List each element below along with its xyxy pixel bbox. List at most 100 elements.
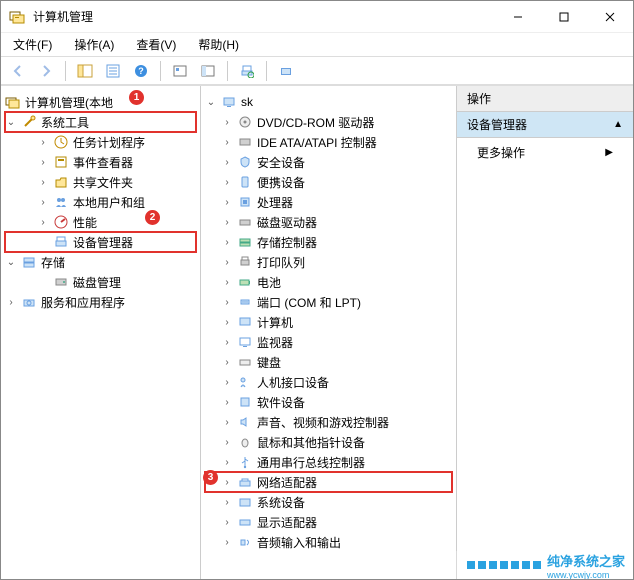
- chevron-right-icon[interactable]: ›: [221, 236, 233, 248]
- chevron-right-icon[interactable]: ›: [221, 196, 233, 208]
- chevron-right-icon[interactable]: ›: [221, 156, 233, 168]
- watermark-text: 纯净系统之家: [547, 551, 625, 570]
- console-tree-pane: 计算机管理(本地 1 ⌄ 系统工具 › 任务计划程序 › 事件查看器 ›: [1, 86, 201, 579]
- device-dvd[interactable]: ›DVD/CD-ROM 驱动器: [205, 112, 452, 132]
- device-storage-ctrl[interactable]: ›存储控制器: [205, 232, 452, 252]
- tree-label: 设备管理器: [73, 234, 133, 251]
- tree-label: 共享文件夹: [73, 174, 133, 191]
- chevron-right-icon[interactable]: ›: [37, 156, 49, 168]
- tree-system-tools[interactable]: ⌄ 系统工具: [5, 112, 196, 132]
- chevron-right-icon[interactable]: ›: [221, 416, 233, 428]
- device-network-adapters[interactable]: ›网络适配器: [205, 472, 452, 492]
- chevron-right-icon[interactable]: ›: [221, 316, 233, 328]
- maximize-button[interactable]: [541, 1, 587, 33]
- view-large-button[interactable]: [167, 59, 193, 83]
- view-details-button[interactable]: [195, 59, 221, 83]
- chevron-right-icon[interactable]: ›: [221, 356, 233, 368]
- chevron-right-icon[interactable]: ›: [221, 476, 233, 488]
- tree-label: 通用串行总线控制器: [257, 454, 365, 471]
- device-monitor[interactable]: ›监视器: [205, 332, 452, 352]
- chevron-right-icon[interactable]: ›: [37, 196, 49, 208]
- device-computer[interactable]: ›计算机: [205, 312, 452, 332]
- actions-header: 操作: [457, 86, 633, 112]
- chevron-right-icon[interactable]: ›: [37, 216, 49, 228]
- toolbar-separator: [160, 61, 161, 81]
- tree-label: 任务计划程序: [73, 134, 145, 151]
- view-menu[interactable]: 查看(V): [130, 34, 182, 55]
- chevron-right-icon[interactable]: ›: [37, 136, 49, 148]
- minimize-button[interactable]: [495, 1, 541, 33]
- device-hid[interactable]: ›人机接口设备: [205, 372, 452, 392]
- scan-hardware-button[interactable]: [273, 59, 299, 83]
- chevron-right-icon[interactable]: ›: [221, 456, 233, 468]
- device-cpu[interactable]: ›处理器: [205, 192, 452, 212]
- chevron-down-icon[interactable]: ⌄: [205, 96, 217, 108]
- help-button[interactable]: ?: [128, 59, 154, 83]
- chevron-right-icon[interactable]: ›: [221, 256, 233, 268]
- help-menu[interactable]: 帮助(H): [192, 34, 245, 55]
- properties-button[interactable]: [100, 59, 126, 83]
- chevron-right-icon[interactable]: ›: [221, 516, 233, 528]
- chevron-right-icon[interactable]: ›: [221, 276, 233, 288]
- device-sound[interactable]: ›声音、视频和游戏控制器: [205, 412, 452, 432]
- chevron-right-icon[interactable]: ›: [221, 396, 233, 408]
- chevron-right-icon[interactable]: ›: [221, 336, 233, 348]
- tree-storage[interactable]: ⌄ 存储: [5, 252, 196, 272]
- window-title: 计算机管理: [33, 8, 93, 25]
- device-software[interactable]: ›软件设备: [205, 392, 452, 412]
- callout-badge-1: 1: [129, 90, 144, 105]
- show-hide-tree-button[interactable]: [72, 59, 98, 83]
- device-ide[interactable]: ›IDE ATA/ATAPI 控制器: [205, 132, 452, 152]
- tree-label: 端口 (COM 和 LPT): [257, 294, 361, 311]
- device-battery[interactable]: ›电池: [205, 272, 452, 292]
- tree-device-manager[interactable]: 设备管理器: [5, 232, 196, 252]
- device-keyboard[interactable]: ›键盘: [205, 352, 452, 372]
- back-button[interactable]: [5, 59, 31, 83]
- ide-icon: [237, 134, 253, 150]
- tree-performance[interactable]: › 性能: [5, 212, 196, 232]
- refresh-devices-button[interactable]: [234, 59, 260, 83]
- shield-icon: [237, 154, 253, 170]
- device-system[interactable]: ›系统设备: [205, 492, 452, 512]
- tree-shared-folders[interactable]: › 共享文件夹: [5, 172, 196, 192]
- device-portable[interactable]: ›便携设备: [205, 172, 452, 192]
- actions-more[interactable]: 更多操作 ▶: [457, 138, 633, 167]
- device-print-queue[interactable]: ›打印队列: [205, 252, 452, 272]
- device-display[interactable]: ›显示适配器: [205, 512, 452, 532]
- device-mouse[interactable]: ›鼠标和其他指针设备: [205, 432, 452, 452]
- chevron-right-icon[interactable]: ›: [37, 176, 49, 188]
- chevron-down-icon[interactable]: ⌄: [5, 256, 17, 268]
- device-audio-io[interactable]: ›音频输入和输出: [205, 532, 452, 552]
- titlebar: 计算机管理: [1, 1, 633, 33]
- chevron-down-icon[interactable]: ⌄: [5, 116, 17, 128]
- device-disk-drive[interactable]: ›磁盘驱动器: [205, 212, 452, 232]
- device-root[interactable]: ⌄ sk: [205, 92, 452, 112]
- tree-task-scheduler[interactable]: › 任务计划程序: [5, 132, 196, 152]
- chevron-right-icon[interactable]: ›: [221, 436, 233, 448]
- actions-section-device-manager[interactable]: 设备管理器 ▲: [457, 112, 633, 138]
- tree-root-computer-management[interactable]: 计算机管理(本地: [5, 92, 196, 112]
- chevron-right-icon[interactable]: ›: [221, 536, 233, 548]
- chevron-right-icon[interactable]: ›: [5, 296, 17, 308]
- device-usb[interactable]: › 通用串行总线控制器: [205, 452, 452, 472]
- tree-event-viewer[interactable]: › 事件查看器: [5, 152, 196, 172]
- device-ports[interactable]: › 端口 (COM 和 LPT): [205, 292, 452, 312]
- action-menu[interactable]: 操作(A): [68, 34, 120, 55]
- close-button[interactable]: [587, 1, 633, 33]
- tree-label: 安全设备: [257, 154, 305, 171]
- file-menu[interactable]: 文件(F): [7, 34, 58, 55]
- chevron-right-icon[interactable]: ›: [221, 176, 233, 188]
- chevron-right-icon[interactable]: ›: [221, 136, 233, 148]
- chevron-right-icon[interactable]: ›: [221, 116, 233, 128]
- chevron-right-icon[interactable]: ›: [221, 496, 233, 508]
- tree-services-apps[interactable]: › 服务和应用程序: [5, 292, 196, 312]
- device-tree-pane: ⌄ sk ›DVD/CD-ROM 驱动器 ›IDE ATA/ATAPI 控制器 …: [201, 86, 457, 579]
- chevron-right-icon[interactable]: ›: [221, 296, 233, 308]
- tree-disk-management[interactable]: 磁盘管理: [5, 272, 196, 292]
- tree-local-users-groups[interactable]: › 本地用户和组: [5, 192, 196, 212]
- chevron-right-icon[interactable]: ›: [221, 376, 233, 388]
- forward-button[interactable]: [33, 59, 59, 83]
- device-security[interactable]: › 安全设备: [205, 152, 452, 172]
- tools-icon: [21, 114, 37, 130]
- chevron-right-icon[interactable]: ›: [221, 216, 233, 228]
